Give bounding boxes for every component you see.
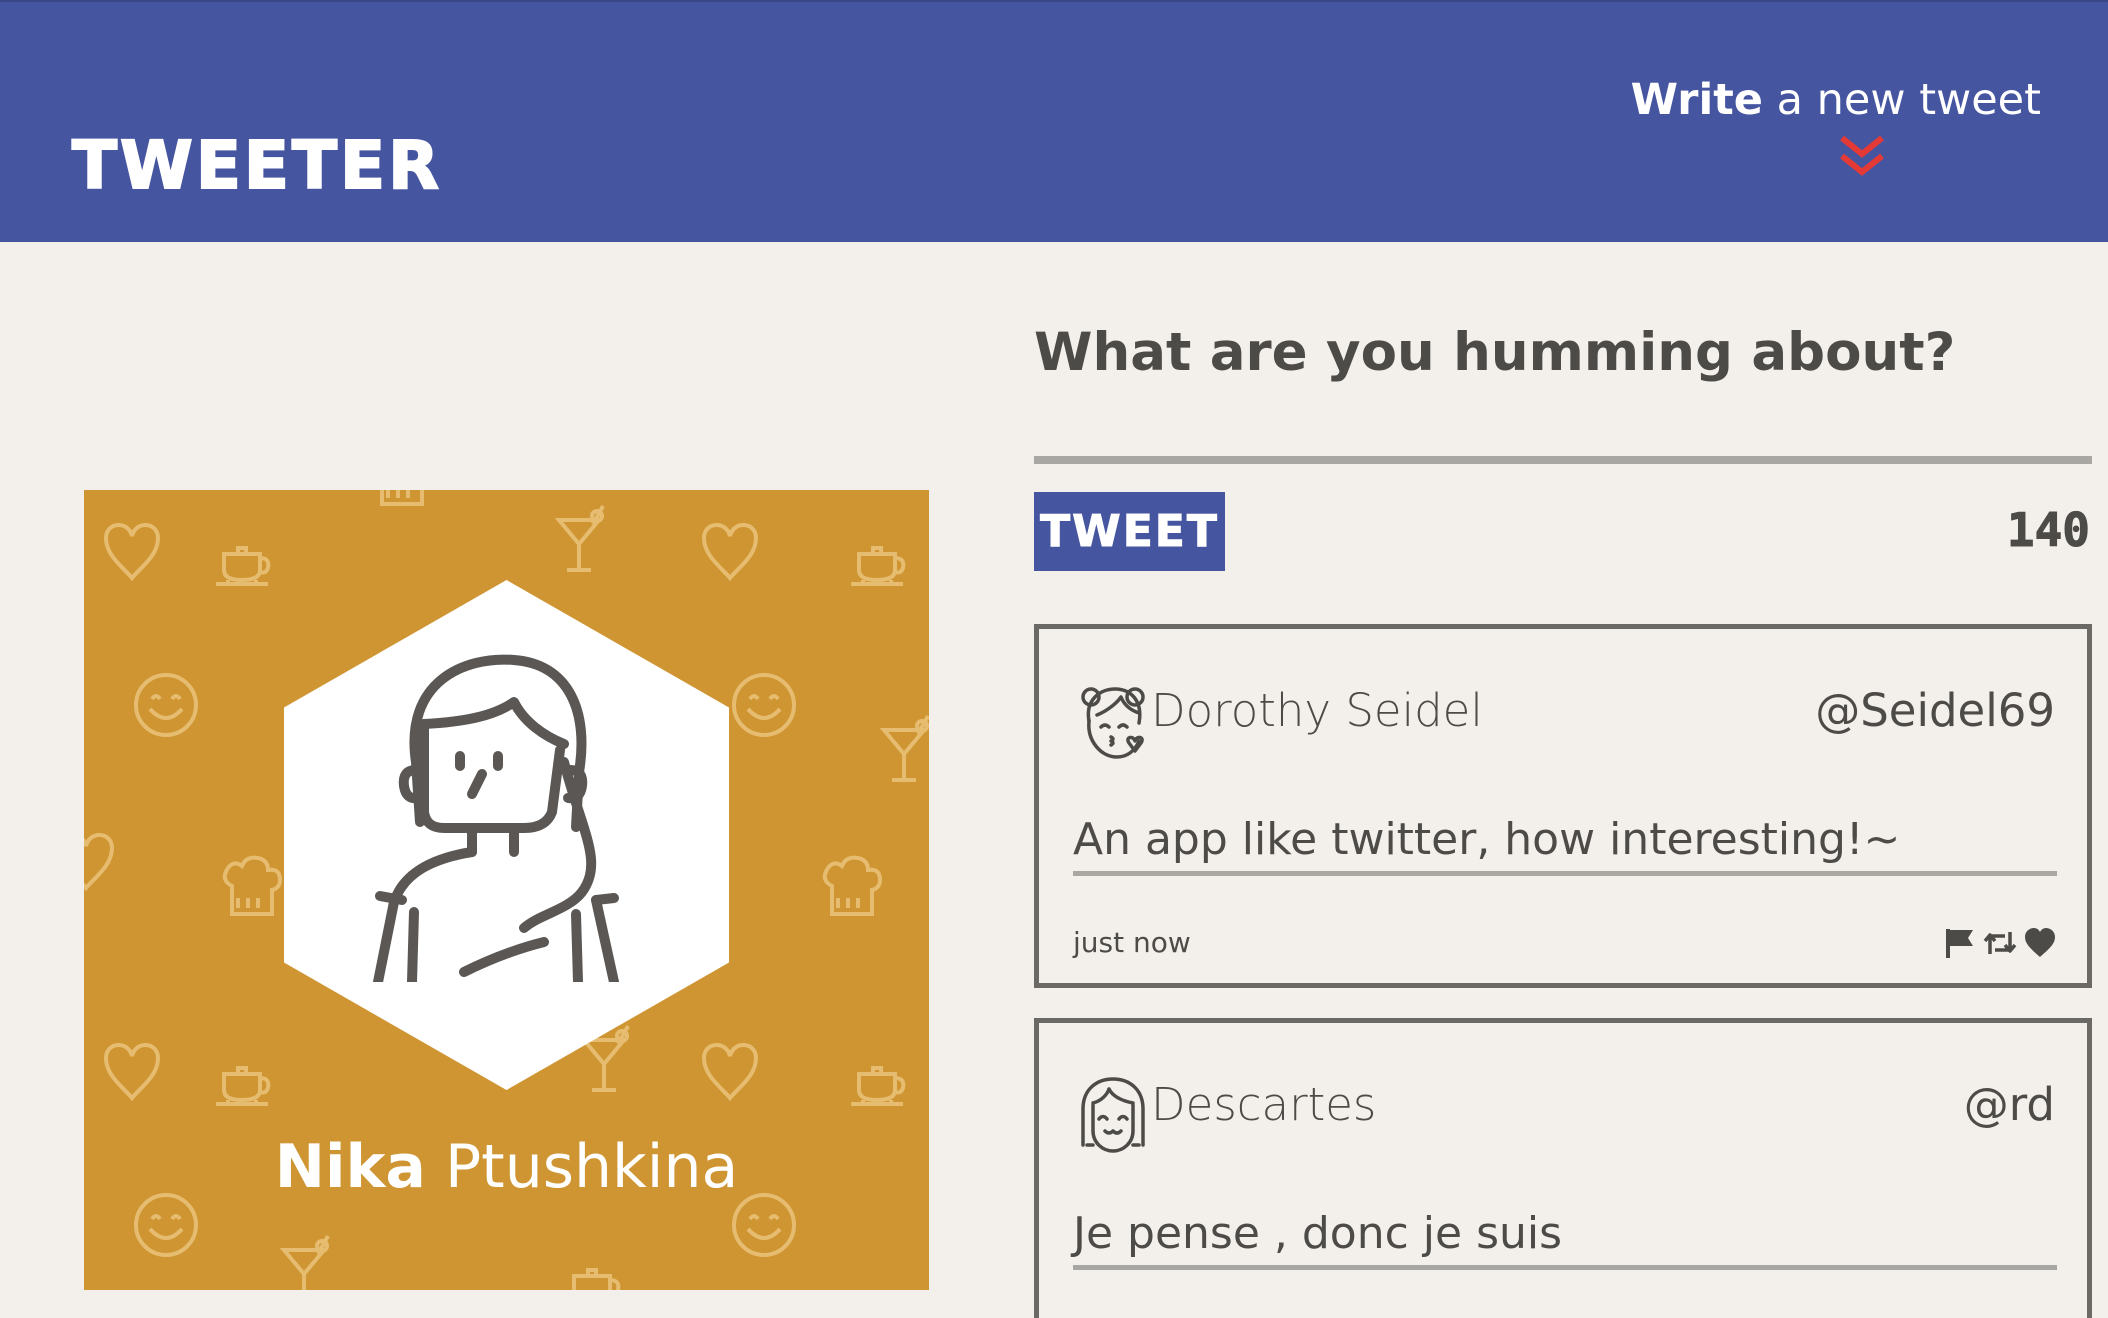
heart-icon[interactable] — [2023, 926, 2057, 960]
tweet-author-name[interactable]: Dorothy Seidel — [1151, 681, 1483, 741]
profile-card: Nika Ptushkina — [84, 490, 929, 1290]
smiling-person-avatar-icon[interactable] — [1077, 1075, 1149, 1159]
character-counter: 140 — [2006, 503, 2090, 558]
top-nav-bar: TWEETER Write a new tweet — [0, 0, 2108, 242]
write-new-tweet-link[interactable]: Write a new tweet — [1631, 72, 2041, 128]
tweet-text: An app like twitter, how interesting!~ — [1073, 809, 2057, 876]
tweet-submit-button[interactable]: TWEET — [1034, 492, 1225, 571]
tweet-timestamp: just now — [1073, 926, 1191, 959]
write-link-strong: Write — [1630, 75, 1763, 125]
tweet-author-name[interactable]: Descartes — [1151, 1075, 1376, 1135]
tweet-card: Descartes @rd Je pense , donc je suis — [1034, 1018, 2092, 1318]
tweet-author-handle[interactable]: @Seidel69 — [1815, 681, 2055, 741]
flag-icon[interactable] — [1943, 926, 1977, 960]
write-link-rest: a new tweet — [1762, 75, 2041, 125]
tweet-text: Je pense , donc je suis — [1073, 1203, 2057, 1270]
girl-blowing-kiss-avatar-icon[interactable] — [1077, 681, 1149, 765]
profile-last-name: Ptushkina — [445, 1132, 739, 1202]
profile-first-name: Nika — [274, 1132, 426, 1202]
profile-name: Nika Ptushkina — [84, 1130, 929, 1204]
tweet-compose-input[interactable] — [1034, 400, 2092, 464]
compose-title: What are you humming about? — [1034, 322, 1956, 383]
tweet-author-handle[interactable]: @rd — [1964, 1075, 2055, 1135]
double-chevron-down-icon[interactable] — [1834, 132, 1890, 180]
retweet-icon[interactable] — [1983, 926, 2017, 960]
user-avatar-icon[interactable] — [364, 652, 649, 982]
tweet-card: Dorothy Seidel @Seidel69 An app like twi… — [1034, 624, 2092, 988]
brand-logo[interactable]: TWEETER — [71, 126, 442, 206]
tweet-actions — [1943, 923, 2057, 963]
